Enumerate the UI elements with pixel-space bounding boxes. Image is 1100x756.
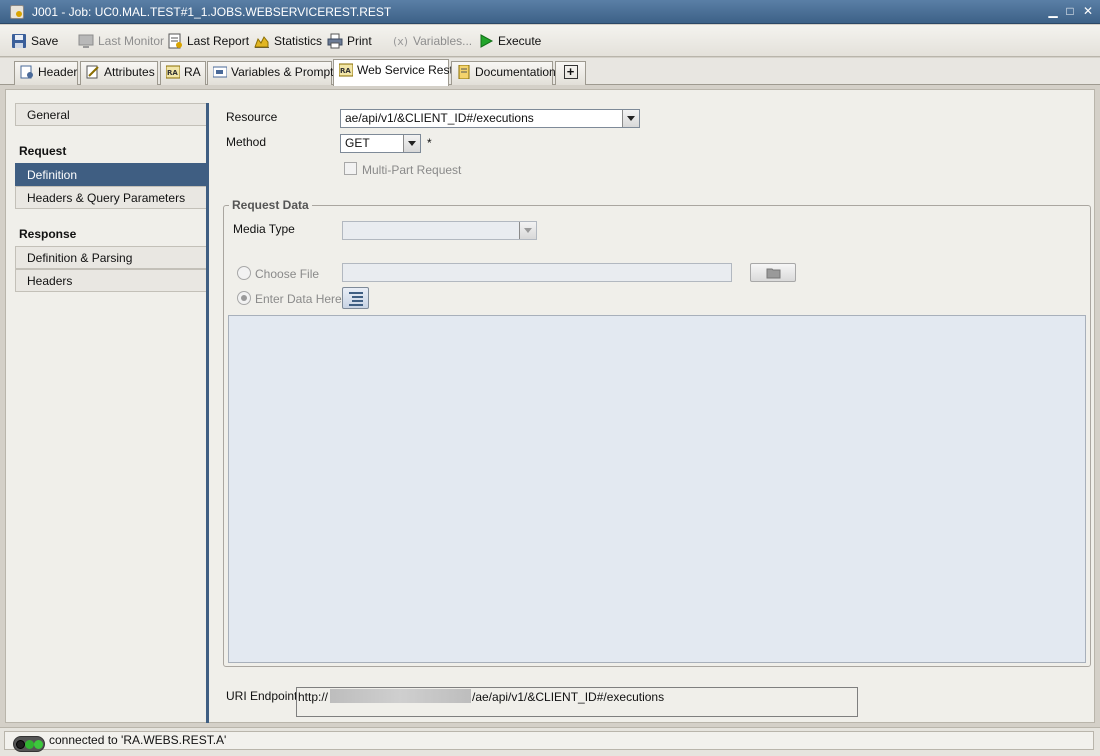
uri-endpoint-label: URI Endpoint	[226, 689, 298, 703]
variables-icon: (x)	[393, 35, 408, 48]
sidebar-item-definition-parsing[interactable]: Definition & Parsing	[15, 246, 207, 269]
enter-data-radio[interactable]	[237, 291, 251, 305]
tab-bar: Header Attributes RA RA Variables & Prom…	[0, 58, 1100, 86]
svg-text:(x): (x)	[393, 35, 408, 48]
ra-icon: RA	[166, 65, 180, 79]
last-monitor-label: Last Monitor	[98, 34, 165, 48]
variables-label: Variables...	[413, 34, 473, 48]
file-path-input[interactable]	[342, 263, 732, 282]
status-led-right	[34, 740, 43, 749]
request-data-title: Request Data	[229, 198, 312, 212]
job-icon	[10, 5, 24, 19]
folder-icon	[766, 268, 781, 279]
choose-file-radio[interactable]	[237, 266, 251, 280]
tab-ra[interactable]: RA RA	[160, 61, 206, 85]
attributes-icon	[86, 65, 99, 79]
status-bar: connected to 'RA.WEBS.REST.A'	[0, 727, 1100, 756]
method-combobox[interactable]: GET	[340, 134, 421, 153]
redacted-host	[330, 689, 471, 703]
execute-label: Execute	[498, 34, 542, 48]
last-report-label: Last Report	[187, 34, 250, 48]
uri-endpoint-field[interactable]: http:// /ae/api/v1/&CLIENT_ID#/execution…	[296, 687, 858, 717]
tab-ra-label: RA	[184, 65, 201, 79]
status-panel: connected to 'RA.WEBS.REST.A'	[4, 731, 1094, 752]
resource-value: ae/api/v1/&CLIENT_ID#/executions	[345, 111, 534, 125]
multipart-checkbox[interactable]	[344, 162, 357, 175]
minimize-button[interactable]: ▁	[1045, 3, 1061, 19]
window-title: J001 - Job: UC0.MAL.TEST#1_1.JOBS.WEBSER…	[32, 5, 392, 19]
header-icon	[20, 65, 33, 79]
choose-file-label: Choose File	[255, 267, 320, 281]
play-icon	[480, 34, 494, 48]
save-label: Save	[31, 34, 59, 48]
method-label: Method	[226, 135, 267, 149]
enter-data-label: Enter Data Here	[255, 292, 342, 306]
variables-prompts-icon	[213, 66, 227, 78]
chevron-down-icon[interactable]	[403, 135, 420, 152]
print-button[interactable]: Print	[327, 32, 372, 50]
status-text: connected to 'RA.WEBS.REST.A'	[49, 733, 227, 747]
floppy-disk-icon	[12, 34, 26, 48]
tab-documentation[interactable]: Documentation	[451, 61, 556, 85]
documentation-icon	[458, 65, 470, 79]
status-led-left	[16, 740, 25, 749]
sidebar-item-definition[interactable]: Definition	[15, 163, 207, 186]
sidebar-heading-response: Response	[19, 227, 77, 241]
add-tab-button[interactable]: +	[555, 61, 586, 85]
status-led-middle	[25, 740, 34, 749]
tab-web-service-rest[interactable]: RA Web Service Rest	[333, 59, 453, 86]
statistics-button[interactable]: Statistics	[254, 32, 322, 50]
format-data-button[interactable]	[342, 287, 369, 309]
tab-documentation-label: Documentation	[475, 65, 556, 79]
resource-label: Resource	[226, 110, 278, 124]
chevron-down-icon[interactable]	[519, 222, 536, 239]
tab-variables-prompts[interactable]: Variables & Prompts	[207, 61, 340, 85]
execute-button[interactable]: Execute	[478, 32, 541, 50]
tab-header[interactable]: Header	[14, 61, 78, 85]
printer-icon	[327, 33, 343, 49]
media-type-combobox[interactable]	[342, 221, 537, 240]
print-label: Print	[347, 34, 372, 48]
monitor-icon	[78, 34, 94, 48]
tab-variables-prompts-label: Variables & Prompts	[231, 65, 340, 79]
toolbar: Save Last Monitor Last Report Statistics	[0, 25, 1100, 57]
svg-text:RA: RA	[167, 69, 178, 77]
request-data-textarea[interactable]	[228, 315, 1086, 663]
sidebar-item-headers-query-parameters[interactable]: Headers & Query Parameters	[15, 186, 207, 209]
resource-combobox[interactable]: ae/api/v1/&CLIENT_ID#/executions	[340, 109, 640, 128]
sidebar-item-general[interactable]: General	[15, 103, 207, 126]
method-value: GET	[345, 136, 370, 150]
last-monitor-button[interactable]: Last Monitor	[78, 32, 164, 50]
tab-attributes-label: Attributes	[104, 65, 155, 79]
uri-suffix: /ae/api/v1/&CLIENT_ID#/executions	[472, 690, 665, 704]
uri-prefix: http://	[298, 690, 329, 704]
text-format-icon	[349, 292, 363, 306]
statistics-label: Statistics	[274, 34, 323, 48]
close-button[interactable]: ✕	[1080, 3, 1096, 19]
panel-splitter[interactable]	[206, 103, 209, 723]
chevron-down-icon[interactable]	[622, 110, 639, 127]
media-type-label: Media Type	[233, 222, 295, 236]
sidebar-heading-request: Request	[19, 144, 67, 158]
window-title-bar: J001 - Job: UC0.MAL.TEST#1_1.JOBS.WEBSER…	[0, 0, 1100, 24]
maximize-button[interactable]: □	[1062, 3, 1078, 19]
rest-icon: RA	[339, 63, 353, 77]
variables-button[interactable]: (x) Variables...	[393, 32, 472, 50]
connection-status-icon	[13, 736, 45, 752]
last-report-button[interactable]: Last Report	[167, 32, 249, 50]
required-marker: *	[427, 136, 432, 150]
save-button[interactable]: Save	[11, 32, 58, 50]
chart-icon	[254, 36, 269, 48]
browse-file-button[interactable]	[750, 263, 796, 282]
multipart-label: Multi-Part Request	[362, 163, 462, 177]
svg-text:RA: RA	[340, 67, 351, 75]
plus-icon: +	[563, 65, 578, 79]
tab-attributes[interactable]: Attributes	[80, 61, 158, 85]
tab-header-label: Header	[38, 65, 78, 79]
sidebar-item-headers[interactable]: Headers	[15, 269, 207, 292]
tab-web-service-rest-label: Web Service Rest	[357, 63, 453, 77]
report-icon	[168, 33, 182, 49]
